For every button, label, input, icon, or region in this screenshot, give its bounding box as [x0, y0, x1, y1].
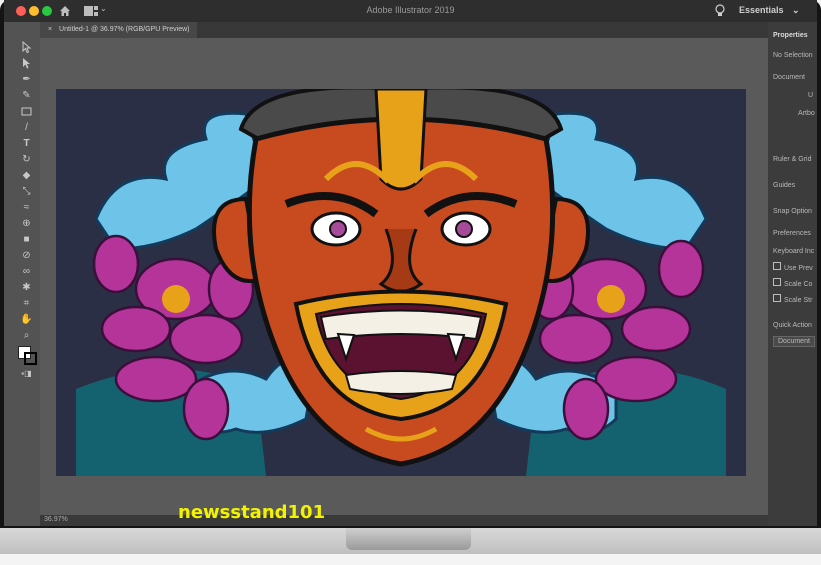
scale-corners-checkbox[interactable]: Scale Co [773, 278, 812, 288]
zoom-tool-icon[interactable]: ⌕ [19, 328, 34, 342]
workspace-label: Essentials [739, 5, 784, 15]
units-label: U [808, 92, 814, 99]
quick-actions-label: Quick Action [773, 322, 812, 329]
shape-builder-tool-icon[interactable]: ⊕ [19, 216, 34, 230]
scale-strokes-checkbox[interactable]: Scale Str [773, 294, 812, 304]
symbol-sprayer-tool-icon[interactable]: ✱ [19, 280, 34, 294]
ruler-grid-label: Ruler & Grid [773, 156, 812, 163]
window-title: Adobe Illustrator 2019 [366, 5, 455, 15]
rectangle-tool-icon[interactable] [19, 104, 34, 118]
eyedropper-tool-icon[interactable]: ⊘ [19, 248, 34, 262]
rotate-tool-icon[interactable]: ↻ [19, 152, 34, 166]
oni-mask-artwork [76, 89, 726, 476]
use-preview-checkbox[interactable]: Use Prev [773, 262, 813, 272]
floor [0, 554, 821, 565]
title-bar: ⌄ Adobe Illustrator 2019 Essentials ⌄ [4, 0, 817, 22]
snap-options-label: Snap Option [773, 208, 812, 215]
gradient-tool-icon[interactable]: ■ [19, 232, 34, 246]
tools-panel: ✒ ✎ / T ↻ ◆ ⤡ ≈ ⊕ ■ ⊘ ∞ ✱ ⌗ ✋ ⌕ ▪◨ [16, 40, 38, 380]
blend-tool-icon[interactable]: ∞ [19, 264, 34, 278]
laptop-notch [346, 528, 471, 550]
stroke-swatch[interactable] [24, 352, 37, 365]
properties-panel: Properties No Selection Document U Artbo… [768, 22, 817, 526]
artboard-label: Artbo [798, 110, 815, 117]
scale-corners-label: Scale Co [784, 281, 813, 288]
document-tab-label: Untitled-1 @ 36.97% (RGB/GPU Preview) [59, 26, 190, 33]
paintbrush-tool-icon[interactable]: / [19, 120, 34, 134]
direct-selection-tool-icon[interactable] [19, 56, 34, 70]
scale-strokes-label: Scale Str [784, 297, 813, 304]
flower-center-right [597, 285, 625, 313]
artboard-tool-icon[interactable]: ⌗ [19, 296, 34, 310]
keyboard-increment-label: Keyboard Inc [773, 248, 815, 255]
screen: ⌄ Adobe Illustrator 2019 Essentials ⌄ × … [4, 0, 817, 526]
document-setup-button[interactable]: Document [773, 336, 815, 347]
close-icon[interactable]: × [48, 26, 52, 33]
watermark-text: newsstand101 [178, 502, 326, 523]
document-tab-bar: × Untitled-1 @ 36.97% (RGB/GPU Preview) [40, 22, 768, 38]
preferences-label: Preferences [773, 230, 811, 237]
artboard[interactable] [56, 89, 746, 476]
workspace-switcher[interactable]: Essentials ⌄ [739, 5, 800, 16]
eraser-tool-icon[interactable]: ◆ [19, 168, 34, 182]
status-bar: 36.97% [40, 515, 768, 526]
document-tab[interactable]: × Untitled-1 @ 36.97% (RGB/GPU Preview) [40, 22, 198, 38]
use-preview-label: Use Prev [784, 265, 813, 272]
pen-tool-icon[interactable]: ✒ [19, 72, 34, 86]
curvature-tool-icon[interactable]: ✎ [19, 88, 34, 102]
canvas-area[interactable] [40, 38, 768, 526]
selection-tool-icon[interactable] [19, 40, 34, 54]
lightbulb-icon[interactable] [715, 4, 725, 18]
hand-tool-icon[interactable]: ✋ [19, 312, 34, 326]
properties-header: Properties [773, 32, 808, 39]
chevron-down-icon: ⌄ [792, 5, 800, 15]
flower-center-left [162, 285, 190, 313]
width-tool-icon[interactable]: ≈ [19, 200, 34, 214]
color-mode-icon[interactable]: ▪◨ [19, 366, 34, 380]
document-section-label: Document [773, 74, 805, 81]
no-selection-label: No Selection [773, 52, 813, 59]
guides-label: Guides [773, 182, 796, 189]
type-tool-icon[interactable]: T [19, 136, 34, 150]
scale-tool-icon[interactable]: ⤡ [19, 184, 34, 198]
zoom-level[interactable]: 36.97% [44, 516, 68, 523]
